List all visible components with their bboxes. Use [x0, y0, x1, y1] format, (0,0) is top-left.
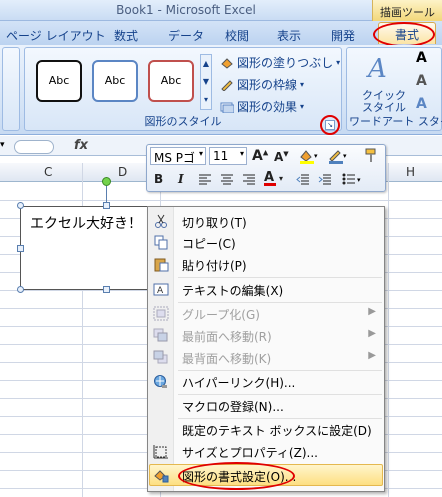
edit-text-icon: A — [153, 282, 169, 297]
menu-item-bring-to-front[interactable]: 最前面へ移動(R) ▶ — [148, 325, 384, 346]
shape-style-sample-3[interactable]: Abc — [148, 60, 194, 102]
bring-front-icon — [153, 328, 169, 343]
shrink-font-icon[interactable]: A▼ — [274, 150, 289, 164]
svg-text:▾: ▾ — [357, 176, 361, 184]
shape-outline-button[interactable]: 図形の枠線 ▾ — [220, 76, 304, 93]
text-box-content[interactable]: エクセル大好き！ — [30, 213, 142, 233]
italic-button[interactable]: I — [178, 172, 184, 186]
menu-item-paste[interactable]: 貼り付け(P) — [148, 254, 384, 275]
namebox-dropdown-icon[interactable]: ▾ — [0, 140, 5, 150]
font-color-icon[interactable]: A — [264, 170, 276, 186]
quick-style-button[interactable]: クイック スタイル — [362, 90, 406, 114]
svg-text:A: A — [157, 286, 164, 296]
menu-item-group[interactable]: グループ化(G) ▶ — [148, 303, 384, 324]
grow-font-icon[interactable]: A▲ — [252, 148, 268, 164]
column-header-c[interactable]: C — [44, 165, 52, 179]
format-painter-icon[interactable] — [363, 147, 379, 166]
shape-effects-button[interactable]: 図形の効果 ▾ — [220, 98, 304, 115]
menu-item-copy[interactable]: コピー(C) — [148, 232, 384, 253]
menu-item-assign-macro[interactable]: マクロの登録(N)... — [148, 395, 384, 416]
column-header-d[interactable]: D — [118, 165, 127, 179]
grid-line — [0, 200, 442, 201]
svg-text:▾: ▾ — [314, 152, 318, 160]
fx-icon[interactable]: fx — [74, 138, 88, 153]
text-effects-a-icon[interactable]: A — [416, 96, 427, 112]
fill-color-icon[interactable]: ▾ — [298, 148, 320, 167]
quick-style-a-icon: A — [368, 54, 387, 84]
menu-separator — [178, 277, 382, 278]
resize-handle-bottom-left[interactable] — [17, 286, 24, 293]
shape-style-sample-1[interactable]: Abc — [36, 60, 82, 102]
ribbon-panel-left — [2, 47, 20, 131]
menu-item-cut[interactable]: 切り取り(T) — [148, 211, 384, 232]
line-color-icon[interactable]: ▾ — [327, 148, 349, 167]
align-center-icon[interactable] — [220, 173, 234, 188]
tab-data[interactable]: データ — [168, 27, 204, 44]
submenu-arrow-icon: ▶ — [368, 306, 376, 317]
size-icon — [153, 444, 169, 459]
resize-handle-left[interactable] — [17, 245, 24, 252]
font-color-dropdown-icon[interactable]: ▾ — [279, 174, 283, 183]
font-size-box[interactable]: 11 ▾ — [209, 147, 247, 165]
wordart-group-label: ワードアート スタイル — [349, 115, 442, 128]
text-fill-a-icon[interactable]: A — [416, 50, 427, 66]
resize-handle-bottom[interactable] — [103, 286, 110, 293]
hyperlink-icon — [153, 374, 169, 389]
tab-page-layout[interactable]: ページ レイアウト — [6, 27, 106, 44]
menu-item-edit-text[interactable]: A テキストの編集(X) — [148, 279, 384, 300]
svg-text:▾: ▾ — [343, 152, 347, 160]
menu-item-set-default-textbox[interactable]: 既定のテキスト ボックスに設定(D) — [148, 419, 384, 440]
copy-icon — [153, 235, 169, 250]
paint-bucket-icon — [220, 57, 234, 69]
cut-icon — [153, 214, 169, 229]
dialog-launcher-icon[interactable]: ↘ — [325, 120, 335, 130]
send-back-icon — [153, 350, 169, 365]
tab-format[interactable]: 書式 — [378, 22, 436, 44]
menu-item-format-shape[interactable]: 図形の書式設定(O)... — [148, 465, 384, 486]
grid-line — [388, 163, 389, 497]
align-left-icon[interactable] — [198, 173, 212, 188]
font-name-box[interactable]: MS Pゴ ▾ — [150, 147, 206, 165]
rotation-handle[interactable] — [102, 177, 111, 186]
format-shape-icon — [153, 468, 169, 483]
shape-style-sample-2[interactable]: Abc — [92, 60, 138, 102]
text-outline-a-icon[interactable]: A — [416, 73, 427, 89]
bullets-icon[interactable]: ▾ — [342, 173, 364, 188]
tab-view[interactable]: 表示 — [277, 27, 301, 44]
effects-icon — [220, 101, 235, 113]
paste-icon — [153, 257, 169, 272]
drawing-tools-tab-group: 描画ツール — [372, 0, 442, 21]
menu-item-size-properties[interactable]: サイズとプロパティ(Z)... — [148, 441, 384, 462]
shape-styles-group-label: 図形のスタイル — [144, 115, 222, 128]
formula-bar-splitter[interactable] — [14, 140, 54, 154]
tab-formulas[interactable]: 数式 — [114, 27, 138, 44]
tab-review[interactable]: 校閲 — [225, 27, 249, 44]
shape-fill-button[interactable]: 図形の塗りつぶし ▾ — [220, 54, 340, 71]
window-title: Book1 - Microsoft Excel — [116, 3, 256, 17]
submenu-arrow-icon: ▶ — [368, 328, 376, 339]
menu-item-hyperlink[interactable]: ハイパーリンク(H)... — [148, 371, 384, 392]
menu-item-send-to-back[interactable]: 最背面へ移動(K) ▶ — [148, 347, 384, 368]
decrease-indent-icon[interactable] — [296, 173, 310, 188]
pencil-icon — [220, 79, 234, 92]
bold-button[interactable]: B — [154, 172, 163, 186]
align-right-icon[interactable] — [242, 173, 256, 188]
ribbon-tab-row: ページ レイアウト 数式 データ 校閲 表示 開発 — [0, 21, 442, 45]
resize-handle-top-left[interactable] — [17, 202, 24, 209]
increase-indent-icon[interactable] — [318, 173, 332, 188]
resize-handle-top[interactable] — [103, 202, 110, 209]
submenu-arrow-icon: ▶ — [368, 350, 376, 361]
style-gallery-scroll[interactable]: ▲ ▼ ▾ — [200, 54, 212, 110]
column-header-h[interactable]: H — [406, 165, 415, 179]
tab-developer[interactable]: 開発 — [331, 27, 355, 44]
group-icon — [153, 306, 169, 321]
